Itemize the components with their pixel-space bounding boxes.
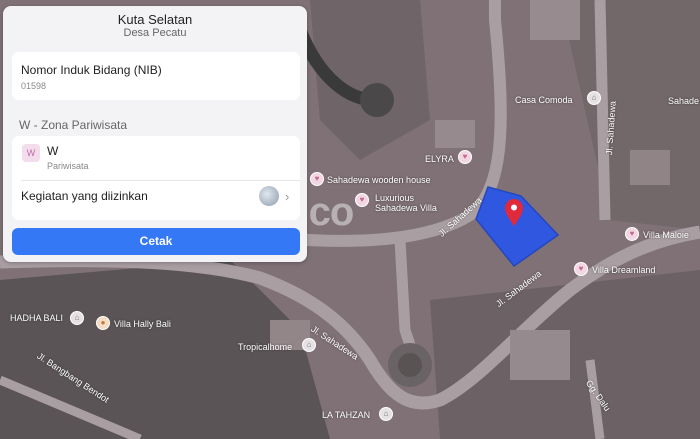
poi-casa-comoda-icon[interactable]: ⌂ [587,91,601,105]
print-button[interactable]: Cetak [12,228,300,255]
nib-card: Nomor Induk Bidang (NIB) 01598 [12,52,300,100]
label-luxurious-villa-line2: Sahadewa Villa [375,203,437,213]
label-elyra: ELYRA [425,154,454,164]
permitted-activities-label: Kegiatan yang diizinkan [21,189,148,203]
label-villa-maloie: Villa Maloie [643,230,689,240]
label-sahadewa-wooden-house: Sahadewa wooden house [327,175,431,185]
poi-elyra-icon[interactable]: ♥ [458,150,472,164]
poi-villa-dreamland-icon[interactable]: ♥ [574,262,588,276]
zone-card: W W Pariwisata Kegiatan yang diizinkan › [12,136,300,220]
permitted-activities-row[interactable]: Kegiatan yang diizinkan › [12,180,300,220]
poi-villa-hally-bali-icon[interactable]: ● [96,316,110,330]
zone-name: Pariwisata [47,161,89,171]
label-tropicalhome: Tropicalhome [238,342,293,352]
label-villa-hally-bali: Villa Hally Bali [114,319,171,329]
label-sahade: Sahade [668,96,700,106]
panel-subtitle: Desa Pecatu [123,27,187,39]
parcel-info-panel: Kuta Selatan Desa Pecatu Nomor Induk Bid… [3,6,307,262]
poi-tropicalhome-icon[interactable]: ⌂ [302,338,316,352]
panel-title: Kuta Selatan [117,12,193,27]
zone-section-title: W - Zona Pariwisata [19,118,128,132]
chevron-right-icon: › [285,189,290,204]
label-luxurious-villa-line1: Luxurious [375,193,415,203]
poi-la-tahzan-icon[interactable]: ⌂ [379,407,393,421]
poi-luxurious-villa-icon[interactable]: ♥ [355,193,369,207]
poi-hadha-bali-icon[interactable]: ⌂ [70,311,84,325]
nib-value: 01598 [21,81,47,91]
label-casa-comoda: Casa Comoda [515,95,573,105]
activity-thumbnail-icon [259,186,279,206]
zone-badge: W [22,144,40,162]
nib-label: Nomor Induk Bidang (NIB) [21,63,162,77]
zone-code: W [47,144,59,158]
label-villa-dreamland: Villa Dreamland [592,265,656,275]
poi-villa-maloie-icon[interactable]: ♥ [625,227,639,241]
label-hadha-bali: HADHA BALI [10,313,64,323]
poi-sahadewa-wooden-house-icon[interactable]: ♥ [310,172,324,186]
label-la-tahzan: LA TAHZAN [322,410,371,420]
